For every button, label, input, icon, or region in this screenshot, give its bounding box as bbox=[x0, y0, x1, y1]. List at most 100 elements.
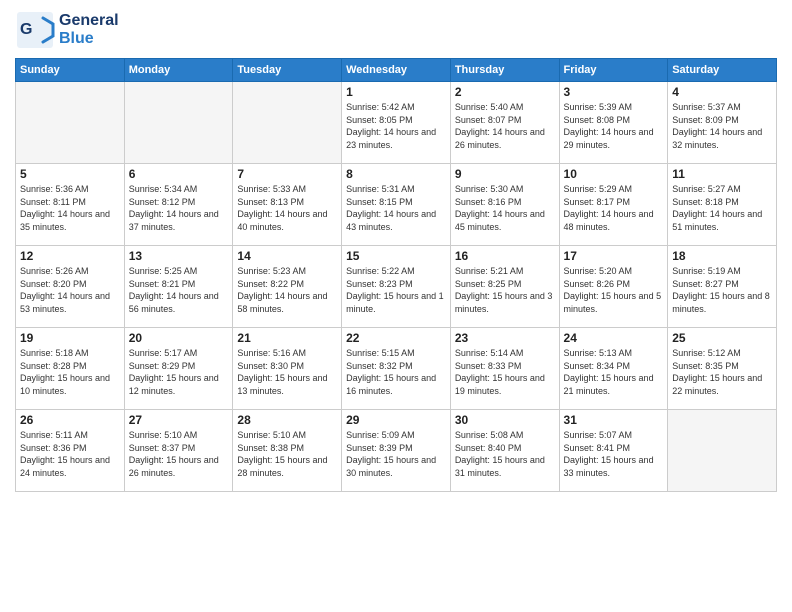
svg-text:G: G bbox=[20, 21, 32, 38]
calendar-cell: 14 Sunrise: 5:23 AM Sunset: 8:22 PM Dayl… bbox=[233, 246, 342, 328]
calendar-cell: 21 Sunrise: 5:16 AM Sunset: 8:30 PM Dayl… bbox=[233, 328, 342, 410]
day-sunset: Sunset: 8:37 PM bbox=[129, 442, 229, 455]
day-number: 4 bbox=[672, 85, 772, 99]
day-sunset: Sunset: 8:33 PM bbox=[455, 360, 555, 373]
day-sunrise: Sunrise: 5:12 AM bbox=[672, 347, 772, 360]
weekday-monday: Monday bbox=[124, 59, 233, 82]
day-sunrise: Sunrise: 5:22 AM bbox=[346, 265, 446, 278]
weekday-friday: Friday bbox=[559, 59, 668, 82]
day-sunrise: Sunrise: 5:17 AM bbox=[129, 347, 229, 360]
calendar-cell: 7 Sunrise: 5:33 AM Sunset: 8:13 PM Dayli… bbox=[233, 164, 342, 246]
day-daylight: Daylight: 14 hours and 23 minutes. bbox=[346, 126, 446, 151]
day-daylight: Daylight: 15 hours and 10 minutes. bbox=[20, 372, 120, 397]
weekday-header-row: SundayMondayTuesdayWednesdayThursdayFrid… bbox=[16, 59, 777, 82]
calendar-cell: 28 Sunrise: 5:10 AM Sunset: 8:38 PM Dayl… bbox=[233, 410, 342, 492]
day-sunrise: Sunrise: 5:09 AM bbox=[346, 429, 446, 442]
day-sunrise: Sunrise: 5:11 AM bbox=[20, 429, 120, 442]
day-number: 30 bbox=[455, 413, 555, 427]
day-daylight: Daylight: 14 hours and 53 minutes. bbox=[20, 290, 120, 315]
calendar-cell: 4 Sunrise: 5:37 AM Sunset: 8:09 PM Dayli… bbox=[668, 82, 777, 164]
weekday-sunday: Sunday bbox=[16, 59, 125, 82]
calendar-cell: 3 Sunrise: 5:39 AM Sunset: 8:08 PM Dayli… bbox=[559, 82, 668, 164]
logo-text-block: General Blue bbox=[59, 12, 119, 47]
day-sunset: Sunset: 8:20 PM bbox=[20, 278, 120, 291]
day-sunset: Sunset: 8:17 PM bbox=[564, 196, 664, 209]
day-sunset: Sunset: 8:11 PM bbox=[20, 196, 120, 209]
day-sunset: Sunset: 8:12 PM bbox=[129, 196, 229, 209]
day-sunset: Sunset: 8:27 PM bbox=[672, 278, 772, 291]
day-number: 26 bbox=[20, 413, 120, 427]
calendar-cell bbox=[16, 82, 125, 164]
day-daylight: Daylight: 15 hours and 31 minutes. bbox=[455, 454, 555, 479]
day-daylight: Daylight: 15 hours and 26 minutes. bbox=[129, 454, 229, 479]
day-sunrise: Sunrise: 5:20 AM bbox=[564, 265, 664, 278]
calendar-cell bbox=[124, 82, 233, 164]
day-sunset: Sunset: 8:23 PM bbox=[346, 278, 446, 291]
day-sunset: Sunset: 8:18 PM bbox=[672, 196, 772, 209]
day-number: 23 bbox=[455, 331, 555, 345]
day-sunrise: Sunrise: 5:18 AM bbox=[20, 347, 120, 360]
day-number: 24 bbox=[564, 331, 664, 345]
day-sunset: Sunset: 8:35 PM bbox=[672, 360, 772, 373]
calendar-cell bbox=[668, 410, 777, 492]
logo: G General Blue bbox=[15, 10, 119, 50]
calendar-cell: 24 Sunrise: 5:13 AM Sunset: 8:34 PM Dayl… bbox=[559, 328, 668, 410]
day-number: 7 bbox=[237, 167, 337, 181]
day-daylight: Daylight: 14 hours and 35 minutes. bbox=[20, 208, 120, 233]
calendar-cell: 6 Sunrise: 5:34 AM Sunset: 8:12 PM Dayli… bbox=[124, 164, 233, 246]
calendar-cell: 12 Sunrise: 5:26 AM Sunset: 8:20 PM Dayl… bbox=[16, 246, 125, 328]
day-daylight: Daylight: 14 hours and 40 minutes. bbox=[237, 208, 337, 233]
day-sunset: Sunset: 8:39 PM bbox=[346, 442, 446, 455]
day-number: 10 bbox=[564, 167, 664, 181]
day-sunset: Sunset: 8:40 PM bbox=[455, 442, 555, 455]
calendar-cell: 23 Sunrise: 5:14 AM Sunset: 8:33 PM Dayl… bbox=[450, 328, 559, 410]
day-sunrise: Sunrise: 5:07 AM bbox=[564, 429, 664, 442]
day-sunset: Sunset: 8:32 PM bbox=[346, 360, 446, 373]
day-sunset: Sunset: 8:36 PM bbox=[20, 442, 120, 455]
calendar-cell: 13 Sunrise: 5:25 AM Sunset: 8:21 PM Dayl… bbox=[124, 246, 233, 328]
calendar-table: SundayMondayTuesdayWednesdayThursdayFrid… bbox=[15, 58, 777, 492]
day-number: 13 bbox=[129, 249, 229, 263]
day-number: 5 bbox=[20, 167, 120, 181]
day-number: 15 bbox=[346, 249, 446, 263]
day-sunrise: Sunrise: 5:31 AM bbox=[346, 183, 446, 196]
day-sunrise: Sunrise: 5:27 AM bbox=[672, 183, 772, 196]
day-daylight: Daylight: 15 hours and 19 minutes. bbox=[455, 372, 555, 397]
weekday-wednesday: Wednesday bbox=[342, 59, 451, 82]
day-sunrise: Sunrise: 5:42 AM bbox=[346, 101, 446, 114]
day-daylight: Daylight: 14 hours and 58 minutes. bbox=[237, 290, 337, 315]
day-daylight: Daylight: 15 hours and 24 minutes. bbox=[20, 454, 120, 479]
day-daylight: Daylight: 15 hours and 28 minutes. bbox=[237, 454, 337, 479]
calendar-cell: 2 Sunrise: 5:40 AM Sunset: 8:07 PM Dayli… bbox=[450, 82, 559, 164]
day-daylight: Daylight: 14 hours and 48 minutes. bbox=[564, 208, 664, 233]
day-number: 14 bbox=[237, 249, 337, 263]
week-row-2: 5 Sunrise: 5:36 AM Sunset: 8:11 PM Dayli… bbox=[16, 164, 777, 246]
day-sunrise: Sunrise: 5:37 AM bbox=[672, 101, 772, 114]
day-sunrise: Sunrise: 5:08 AM bbox=[455, 429, 555, 442]
day-sunrise: Sunrise: 5:19 AM bbox=[672, 265, 772, 278]
calendar-cell: 5 Sunrise: 5:36 AM Sunset: 8:11 PM Dayli… bbox=[16, 164, 125, 246]
calendar-cell: 8 Sunrise: 5:31 AM Sunset: 8:15 PM Dayli… bbox=[342, 164, 451, 246]
day-sunrise: Sunrise: 5:26 AM bbox=[20, 265, 120, 278]
day-sunset: Sunset: 8:13 PM bbox=[237, 196, 337, 209]
calendar-cell: 1 Sunrise: 5:42 AM Sunset: 8:05 PM Dayli… bbox=[342, 82, 451, 164]
weekday-saturday: Saturday bbox=[668, 59, 777, 82]
day-sunset: Sunset: 8:28 PM bbox=[20, 360, 120, 373]
day-daylight: Daylight: 15 hours and 16 minutes. bbox=[346, 372, 446, 397]
calendar-cell: 18 Sunrise: 5:19 AM Sunset: 8:27 PM Dayl… bbox=[668, 246, 777, 328]
day-daylight: Daylight: 14 hours and 56 minutes. bbox=[129, 290, 229, 315]
day-sunset: Sunset: 8:22 PM bbox=[237, 278, 337, 291]
calendar-cell: 31 Sunrise: 5:07 AM Sunset: 8:41 PM Dayl… bbox=[559, 410, 668, 492]
calendar-cell: 9 Sunrise: 5:30 AM Sunset: 8:16 PM Dayli… bbox=[450, 164, 559, 246]
day-number: 19 bbox=[20, 331, 120, 345]
day-sunrise: Sunrise: 5:23 AM bbox=[237, 265, 337, 278]
day-daylight: Daylight: 15 hours and 21 minutes. bbox=[564, 372, 664, 397]
logo-blue: Blue bbox=[59, 30, 94, 47]
day-daylight: Daylight: 15 hours and 1 minute. bbox=[346, 290, 446, 315]
calendar-cell: 15 Sunrise: 5:22 AM Sunset: 8:23 PM Dayl… bbox=[342, 246, 451, 328]
calendar-cell: 27 Sunrise: 5:10 AM Sunset: 8:37 PM Dayl… bbox=[124, 410, 233, 492]
day-daylight: Daylight: 15 hours and 3 minutes. bbox=[455, 290, 555, 315]
day-number: 17 bbox=[564, 249, 664, 263]
day-number: 28 bbox=[237, 413, 337, 427]
day-sunrise: Sunrise: 5:13 AM bbox=[564, 347, 664, 360]
